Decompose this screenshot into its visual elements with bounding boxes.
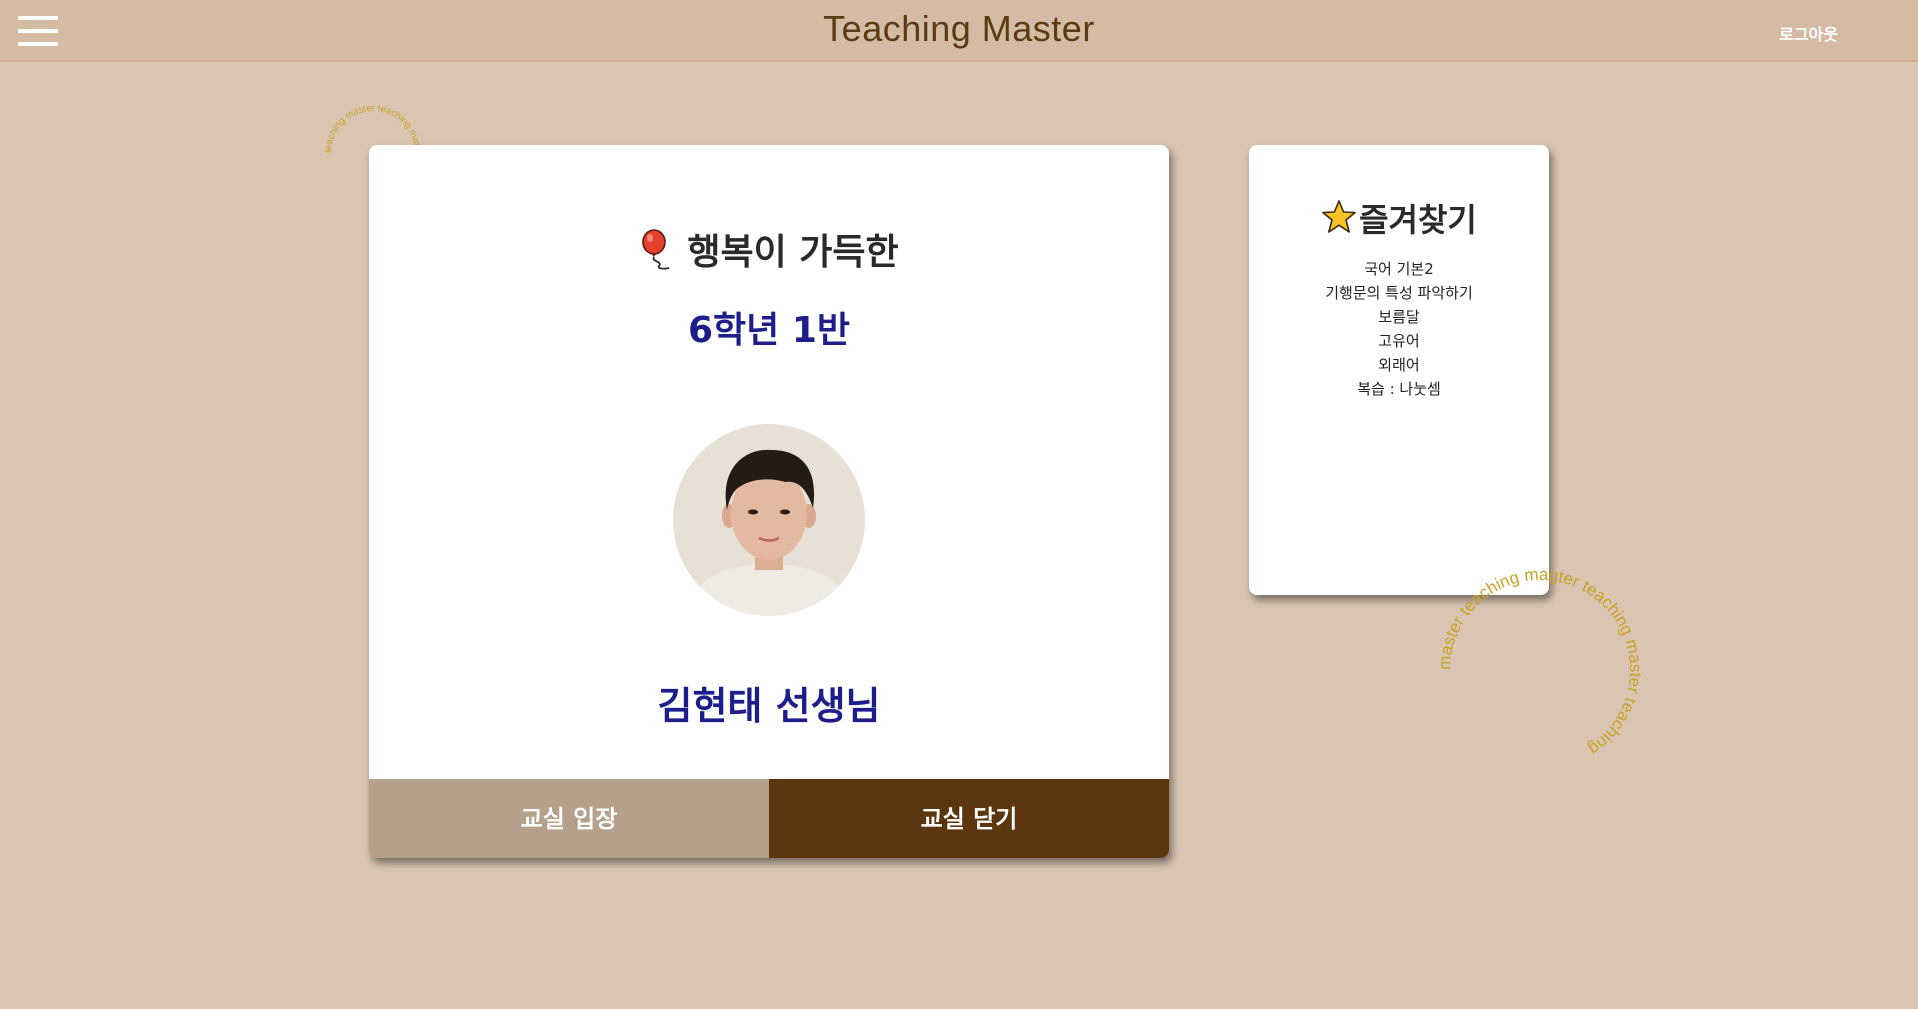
favorite-item[interactable]: 복습 : 나눗셈 <box>1249 377 1549 401</box>
favorite-item[interactable]: 외래어 <box>1249 353 1549 377</box>
motto-text: 행복이 가득한 <box>687 232 899 273</box>
svg-text:master teaching magter teachin: master teaching magter teaching master t… <box>1435 565 1645 759</box>
classroom-card: 행복이 가득한 6학년 1반 김현태 선생님 교실 입장 교실 닫기 <box>369 145 1169 858</box>
favorites-list: 국어 기본2 기행문의 특성 파악하기 보름달 고유어 외래어 복습 : 나눗셈 <box>1249 257 1549 401</box>
favorites-title-text: 즐겨찾기 <box>1359 201 1477 239</box>
app-title: Teaching Master <box>823 8 1095 49</box>
favorite-item[interactable]: 기행문의 특성 파악하기 <box>1249 281 1549 305</box>
enter-classroom-button[interactable]: 교실 입장 <box>369 779 769 858</box>
logout-button[interactable]: 로그아웃 <box>1779 21 1838 45</box>
class-grade: 6학년 1반 <box>688 310 850 351</box>
favorites-card: 즐겨찾기 국어 기본2 기행문의 특성 파악하기 보름달 고유어 외래어 복습 … <box>1249 145 1549 595</box>
close-classroom-button[interactable]: 교실 닫기 <box>769 779 1169 858</box>
favorite-item[interactable]: 보름달 <box>1249 305 1549 329</box>
favorite-item[interactable]: 고유어 <box>1249 329 1549 353</box>
teaching-master-stamp-large: master teaching magter teaching master t… <box>1435 565 1645 759</box>
favorites-title: 즐겨찾기 <box>1249 195 1549 241</box>
class-motto: 행복이 가득한 <box>369 223 1169 275</box>
teacher-avatar <box>673 424 865 616</box>
favorite-item[interactable]: 국어 기본2 <box>1249 257 1549 281</box>
balloon-icon <box>642 229 670 270</box>
star-icon <box>1322 200 1356 233</box>
top-bar: Teaching Master 로그아웃 <box>0 0 1918 62</box>
teacher-name: 김현태 선생님 <box>657 684 881 728</box>
